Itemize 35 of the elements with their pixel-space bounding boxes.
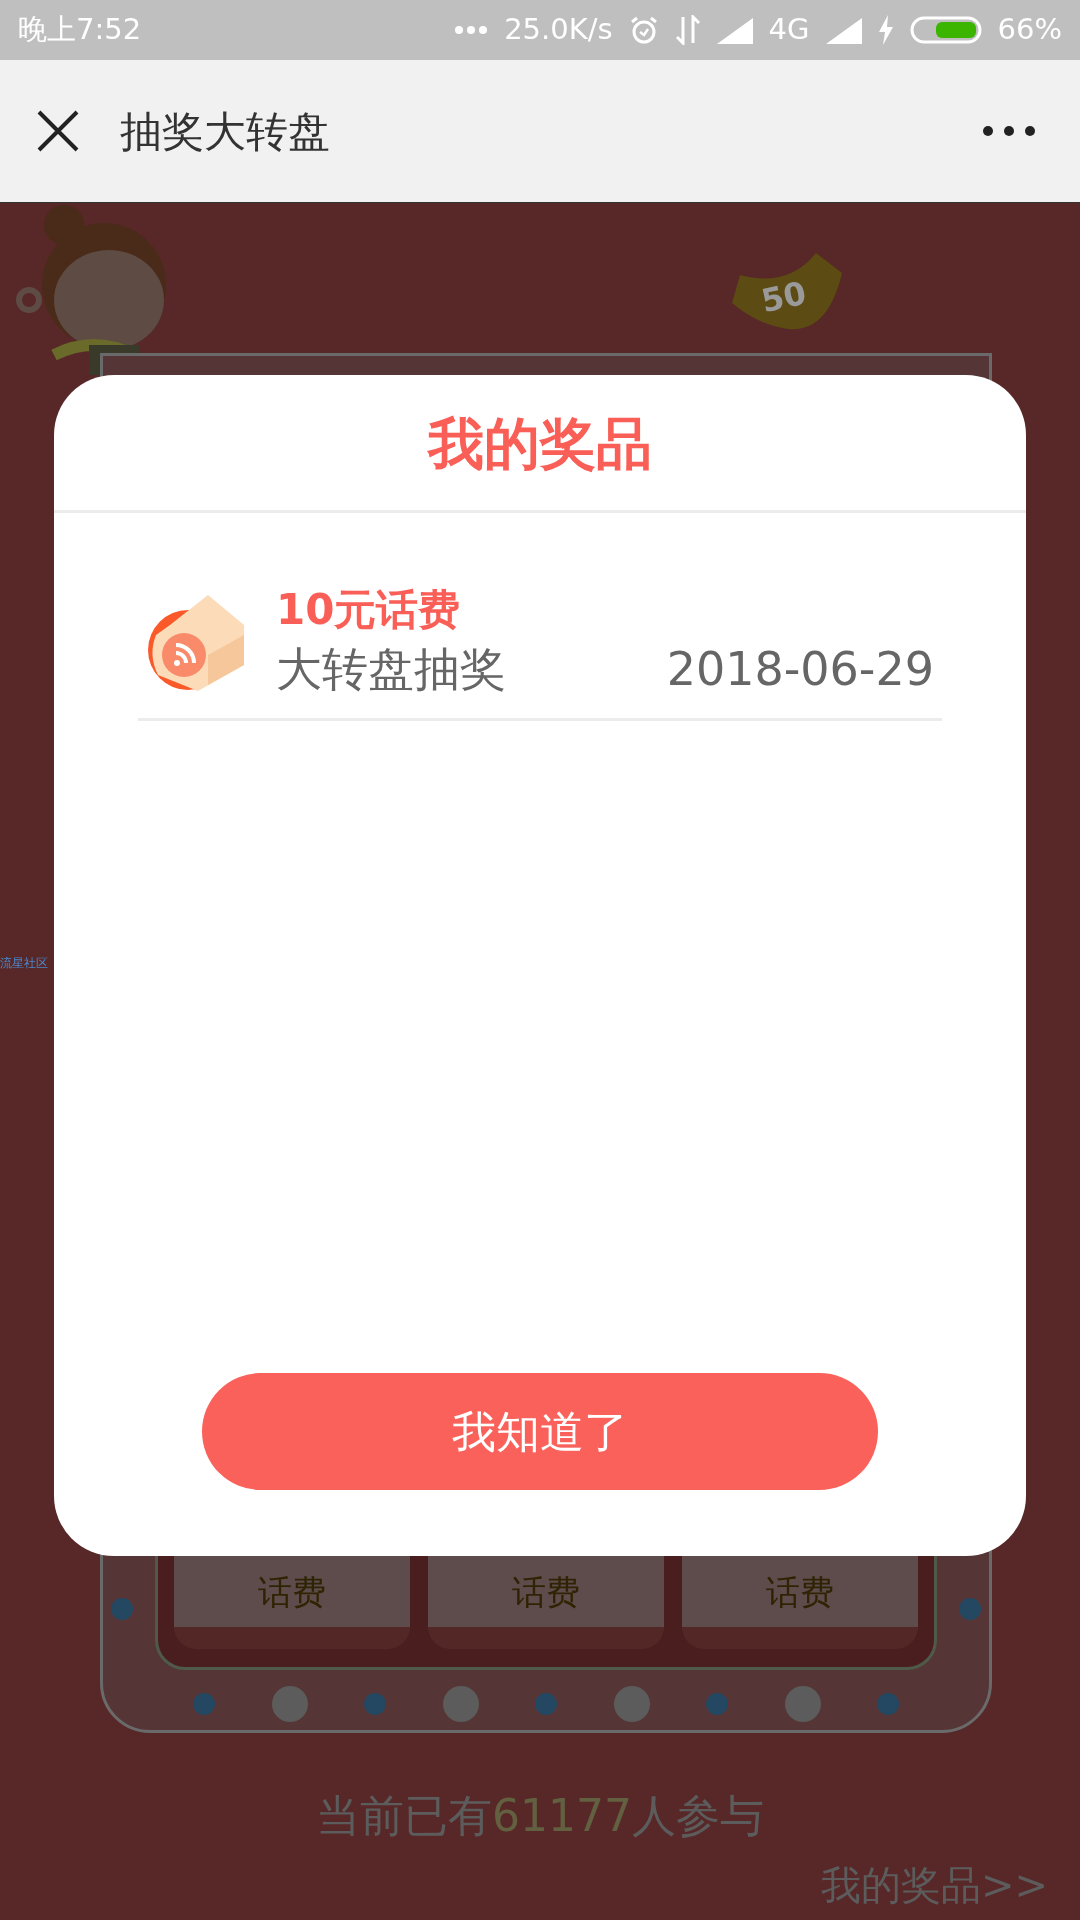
page-title: 抽奖大转盘	[120, 105, 330, 158]
network-speed: 25.0K/s	[504, 11, 613, 49]
battery-icon	[909, 16, 982, 44]
signal-icon	[825, 16, 862, 44]
community-link[interactable]: 流星社区	[0, 954, 48, 972]
lamp-icon	[877, 1693, 899, 1715]
lamp-icon	[535, 1693, 557, 1715]
prize-label: 话费	[766, 1572, 834, 1612]
prize-source: 大转盘抽奖	[276, 641, 506, 699]
lamp-icon	[111, 1598, 133, 1620]
close-icon[interactable]	[36, 109, 80, 153]
lamp-icon	[959, 1598, 981, 1620]
lamp-icon	[193, 1693, 215, 1715]
prize-date: 2018-06-29	[666, 641, 934, 699]
alarm-icon	[628, 15, 659, 45]
more-icon[interactable]	[982, 125, 1036, 137]
lamp-icon	[613, 1686, 650, 1722]
charging-icon	[877, 15, 894, 45]
confirm-button[interactable]: 我知道了	[202, 1373, 878, 1490]
lamp-icon	[442, 1686, 479, 1722]
dialog-title: 我的奖品	[54, 375, 1026, 513]
more-icon	[454, 25, 489, 35]
signal-icon	[716, 16, 753, 44]
prize-name: 10元话费	[276, 585, 462, 636]
prize-label: 话费	[258, 1572, 326, 1612]
lamp-icon	[271, 1686, 308, 1722]
network-type: 4G	[768, 11, 810, 49]
status-time: 晚上7:52	[18, 11, 142, 49]
banner-label: 50	[758, 273, 810, 321]
lamp-icon	[706, 1693, 728, 1715]
lamp-icon	[364, 1693, 386, 1715]
lamp-icon	[784, 1686, 821, 1722]
data-arrows-icon	[674, 15, 701, 45]
prize-label: 话费	[512, 1572, 580, 1612]
battery-percent: 66%	[997, 11, 1062, 49]
